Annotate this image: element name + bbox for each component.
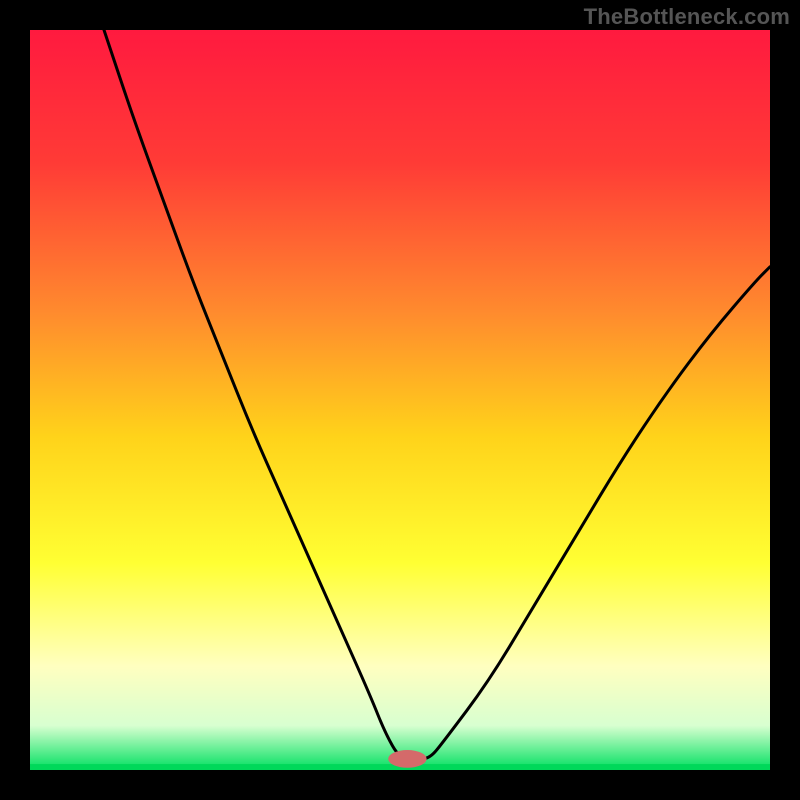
bottleneck-plot bbox=[30, 30, 770, 770]
watermark-text: TheBottleneck.com bbox=[584, 4, 790, 30]
optimal-marker bbox=[388, 750, 426, 768]
chart-frame: TheBottleneck.com bbox=[0, 0, 800, 800]
chart-svg bbox=[30, 30, 770, 770]
